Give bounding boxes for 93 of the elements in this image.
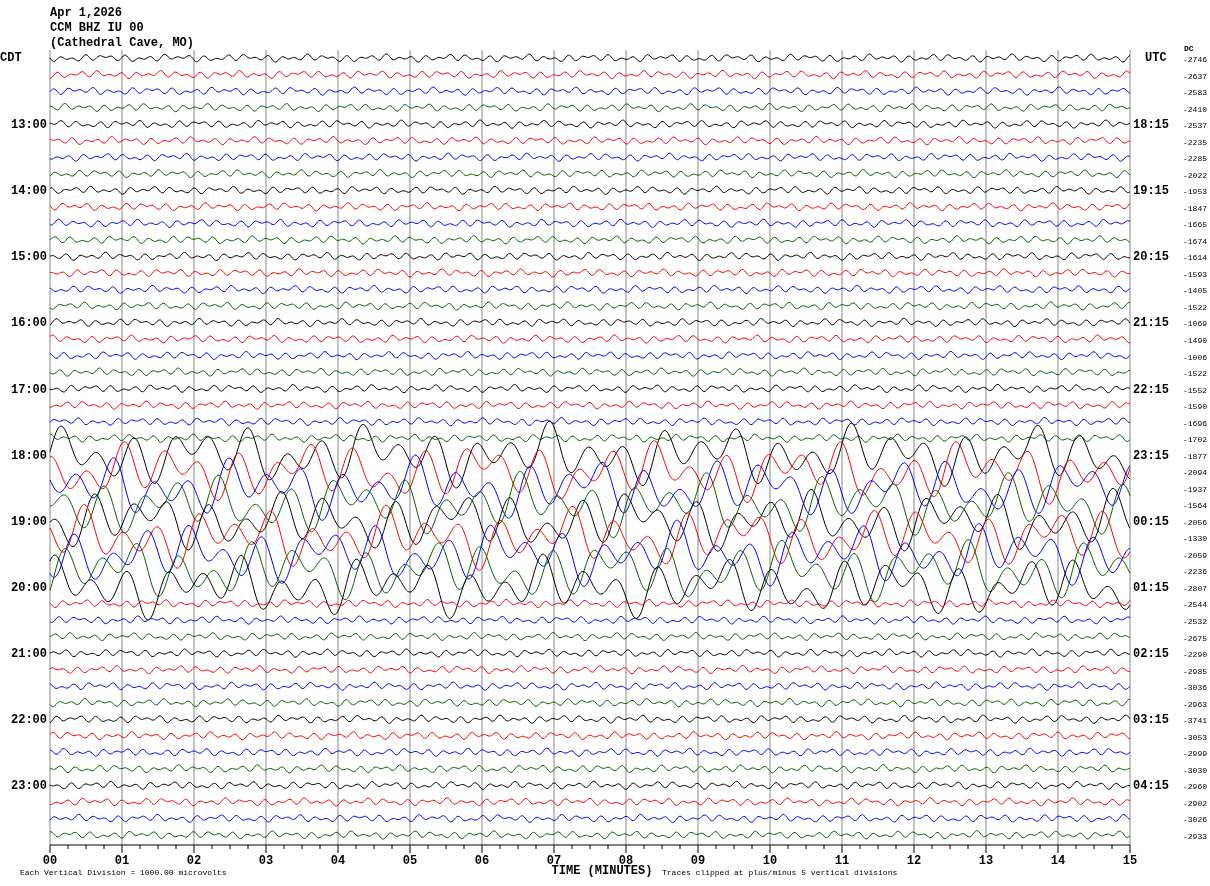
dc-value: -1405 [1183,286,1207,296]
hour-label: 16:00 [11,316,47,331]
dc-value: -2637 [1183,71,1207,81]
dc-value: -2675 [1183,633,1207,643]
hour-label: 02:15 [1133,647,1169,662]
dc-value: -1330 [1183,534,1207,544]
tick-label: 01 [114,854,130,868]
dc-value: -1552 [1183,385,1207,395]
dc-value: -2059 [1183,550,1207,560]
tick-label: 06 [474,854,490,868]
column-title: DC [1184,44,1194,53]
date-text: Apr 1,2026 [50,6,122,20]
tick-label: 13 [978,854,994,868]
hour-label: 21:00 [11,647,47,662]
dc-value: -1702 [1183,435,1207,445]
hour-label: 20:15 [1133,250,1169,265]
hour-label: 13:00 [11,118,47,133]
dc-value: -2746 [1183,55,1207,64]
dc-value: -2807 [1183,583,1207,593]
tick-label: 10 [762,854,778,868]
dc-value: -2236 [1183,567,1207,577]
tick-label: 15 [1122,854,1138,868]
dc-value: -1564 [1183,501,1207,511]
dc-value: -1593 [1183,269,1207,279]
clip-note: Traces clipped at plus/minus 5 vertical divisions [662,868,898,877]
hour-label: 14:00 [11,184,47,199]
axis-title: TIME (MINUTES) [551,864,653,878]
tick-label: 11 [834,854,850,868]
dc-value: -1696 [1183,418,1207,428]
dc-value: -2537 [1183,121,1207,131]
dc-value: -1522 [1183,302,1207,312]
dc-value: -2410 [1183,104,1207,114]
tick-label: 12 [906,854,922,868]
dc-value: -2963 [1183,699,1207,709]
axis-title: UTC [1145,51,1167,65]
dc-value: -1590 [1183,402,1207,412]
hour-label: 21:15 [1133,316,1169,331]
dc-value: -3030 [1183,765,1207,775]
hour-label: 20:00 [11,580,47,595]
station-text: CCM BHZ IU 00 [50,21,144,35]
location-text: (Cathedral Cave, MO) [50,36,195,50]
hour-label: 18:00 [11,448,47,463]
dc-value: -2985 [1183,666,1207,676]
dc-value: -3053 [1183,732,1207,742]
dc-value: -2999 [1183,749,1207,759]
dc-value: -2532 [1183,617,1207,626]
hour-label: 17:00 [11,382,47,397]
hour-label: 22:00 [11,713,47,728]
hour-label: 03:15 [1133,713,1169,728]
dc-value: -2902 [1183,798,1207,808]
dc-value: -2094 [1183,468,1207,478]
dc-value: -1937 [1183,484,1207,494]
dc-value: -3026 [1183,815,1207,825]
dc-value: -3741 [1183,716,1207,726]
dc-value: -1953 [1183,187,1207,197]
dc-value: -2022 [1183,170,1207,180]
dc-value: -1877 [1183,451,1207,461]
axis-title: CDT [0,51,22,65]
hour-label: 18:15 [1133,118,1169,133]
dc-value: -1069 [1183,319,1207,329]
dc-value: -2235 [1183,137,1207,147]
dc-value: -1490 [1183,336,1207,345]
hour-label: 19:15 [1133,184,1169,199]
hour-label: 01:15 [1133,580,1169,595]
dc-value: -1665 [1183,220,1207,230]
dc-value: -2544 [1183,600,1207,610]
tick-label: 04 [330,854,346,868]
dc-value: -1847 [1183,203,1207,213]
tick-label: 14 [1050,854,1066,868]
dc-value: -1522 [1183,369,1207,379]
scale-note: Each Vertical Division = 1000.00 microvolts [20,868,227,877]
hour-label: 23:15 [1133,448,1169,463]
dc-value: -2290 [1183,650,1207,660]
dc-value: -3036 [1183,683,1207,693]
tick-label: 05 [402,854,418,868]
dc-value: -1674 [1183,236,1207,246]
hour-label: 22:15 [1133,382,1169,397]
tick-label: 09 [690,854,706,868]
hour-label: 00:15 [1133,514,1169,529]
dc-value: -1614 [1183,253,1207,263]
dc-value: -2056 [1183,517,1207,527]
hour-label: 04:15 [1133,779,1169,794]
hour-label: 19:00 [11,514,47,529]
tick-label: 02 [186,854,202,868]
tick-label: 00 [42,854,58,868]
dc-value: -2583 [1183,88,1207,98]
dc-value: -2285 [1183,154,1207,164]
tick-label: 03 [258,854,274,868]
dc-value: -1006 [1183,352,1207,362]
hour-label: 15:00 [11,250,47,265]
dc-value: -2960 [1183,782,1207,792]
hour-label: 23:00 [11,779,47,794]
dc-value: -2933 [1183,831,1207,841]
